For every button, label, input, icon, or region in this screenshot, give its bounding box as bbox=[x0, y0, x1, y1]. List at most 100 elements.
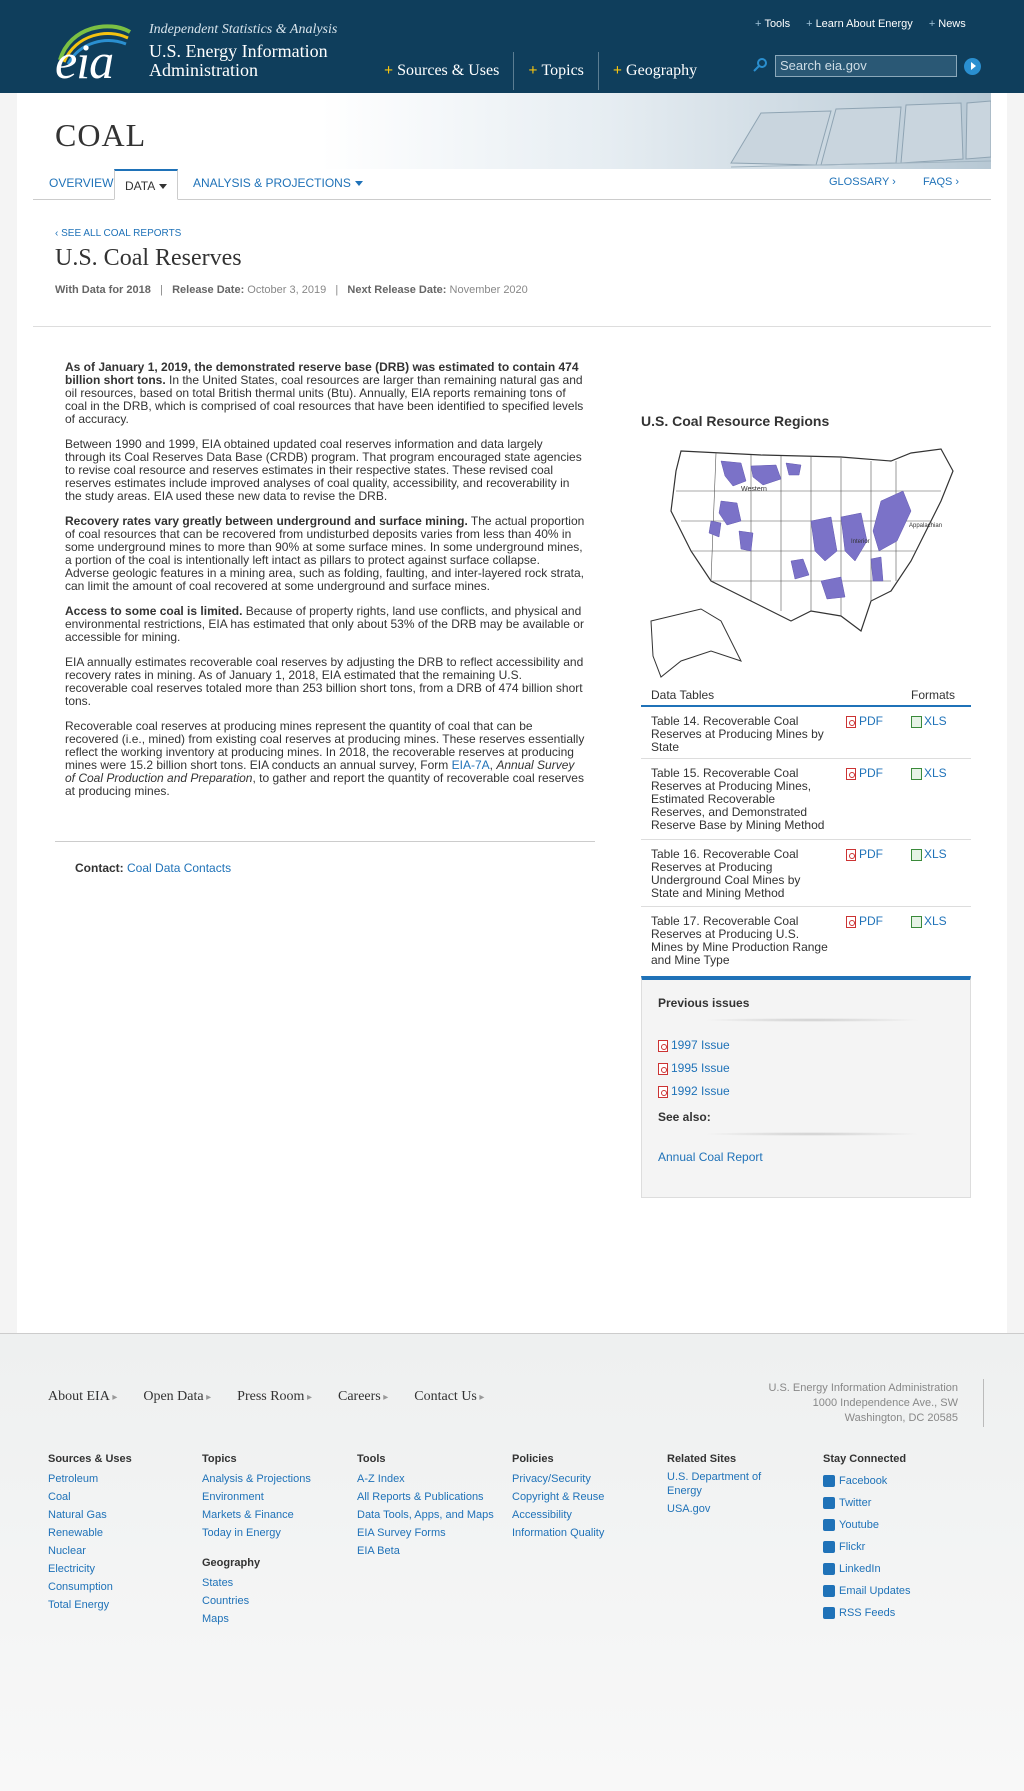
twitter-link[interactable]: Twitter bbox=[823, 1492, 911, 1514]
logo-text: eia bbox=[55, 33, 114, 89]
xls-link[interactable]: XLS bbox=[911, 715, 947, 728]
annual-coal-report-link[interactable]: Annual Coal Report bbox=[658, 1150, 763, 1164]
footer-link[interactable]: Information Quality bbox=[512, 1524, 604, 1542]
glossary-link[interactable]: GLOSSARY › bbox=[829, 176, 896, 188]
footer-link-about[interactable]: About EIA bbox=[48, 1389, 117, 1405]
org-name[interactable]: U.S. Energy Information Administration bbox=[149, 42, 369, 80]
footer-link[interactable]: EIA Survey Forms bbox=[357, 1524, 494, 1542]
data-tables-header: Data Tables Formats bbox=[641, 685, 971, 707]
nav-topics[interactable]: + Topics bbox=[514, 52, 599, 90]
page-body: COAL OVERVIEW DATA ANALYSIS & PROJECTION… bbox=[17, 93, 1007, 1333]
footer-link[interactable]: Natural Gas bbox=[48, 1506, 132, 1524]
footer-link[interactable]: EIA Beta bbox=[357, 1542, 494, 1560]
coal-banner: COAL bbox=[33, 93, 991, 169]
footer-link[interactable]: Renewable bbox=[48, 1524, 132, 1542]
footer-nav: About EIA Open Data Press Room Careers C… bbox=[48, 1389, 484, 1405]
rss-icon bbox=[823, 1607, 835, 1620]
divider bbox=[702, 1132, 922, 1136]
footer-address: U.S. Energy Information Administration 1… bbox=[768, 1382, 958, 1424]
pdf-link[interactable]: PDF bbox=[846, 848, 883, 861]
email-updates-link[interactable]: Email Updates bbox=[823, 1580, 911, 1602]
tab-analysis-projections[interactable]: ANALYSIS & PROJECTIONS bbox=[193, 176, 363, 190]
eia-7a-link[interactable]: EIA-7A bbox=[452, 758, 490, 772]
footer-link[interactable]: Coal bbox=[48, 1488, 132, 1506]
main-content: As of January 1, 2019, the demonstrated … bbox=[65, 361, 585, 810]
footer-link[interactable]: Today in Energy bbox=[202, 1524, 311, 1542]
footer-link[interactable]: Markets & Finance bbox=[202, 1506, 311, 1524]
table-row: Table 15. Recoverable Coal Reserves at P… bbox=[641, 759, 971, 840]
sub-nav: OVERVIEW DATA ANALYSIS & PROJECTIONS GLO… bbox=[33, 169, 991, 200]
nav-learn[interactable]: + Learn About Energy bbox=[806, 18, 913, 30]
map-label-appalachian: Appalachian bbox=[909, 523, 942, 529]
paragraph: Access to some coal is limited. Because … bbox=[65, 604, 584, 644]
xls-link[interactable]: XLS bbox=[911, 848, 947, 861]
contact: Contact: Coal Data Contacts bbox=[75, 861, 232, 875]
footer-link[interactable]: States bbox=[202, 1574, 311, 1592]
main-nav: + Sources & Uses + Topics + Geography bbox=[370, 52, 711, 90]
issue-link-1997[interactable]: 1997 Issue bbox=[658, 1038, 730, 1052]
nav-news[interactable]: + News bbox=[929, 18, 966, 30]
xls-link[interactable]: XLS bbox=[911, 767, 947, 780]
pdf-icon bbox=[846, 848, 856, 861]
table-row: Table 16. Recoverable Coal Reserves at P… bbox=[641, 840, 971, 907]
footer-link[interactable]: A-Z Index bbox=[357, 1470, 494, 1488]
coal-data-contacts-link[interactable]: Coal Data Contacts bbox=[127, 861, 231, 875]
flickr-link[interactable]: Flickr bbox=[823, 1536, 911, 1558]
coal-regions-map[interactable]: Western Interior Appalachian bbox=[641, 441, 961, 681]
pdf-link[interactable]: PDF bbox=[846, 715, 883, 728]
footer-link[interactable]: Privacy/Security bbox=[512, 1470, 604, 1488]
footer-link[interactable]: Maps bbox=[202, 1610, 311, 1628]
paragraph: Between 1990 and 1999, EIA obtained upda… bbox=[65, 437, 582, 503]
tab-data[interactable]: DATA bbox=[114, 169, 179, 200]
map-title: U.S. Coal Resource Regions bbox=[641, 413, 830, 429]
issue-link-1995[interactable]: 1995 Issue bbox=[658, 1061, 730, 1075]
footer-link[interactable]: Nuclear bbox=[48, 1542, 132, 1560]
previous-issues-title: Previous issues bbox=[658, 996, 750, 1010]
pdf-link[interactable]: PDF bbox=[846, 915, 883, 928]
footer-link[interactable]: Data Tools, Apps, and Maps bbox=[357, 1506, 494, 1524]
footer-link[interactable]: Analysis & Projections bbox=[202, 1470, 311, 1488]
youtube-link[interactable]: Youtube bbox=[823, 1514, 911, 1536]
facebook-icon bbox=[823, 1475, 835, 1488]
nav-geography[interactable]: + Geography bbox=[599, 52, 711, 90]
linkedin-link[interactable]: LinkedIn bbox=[823, 1558, 911, 1580]
table-row: Table 17. Recoverable Coal Reserves at P… bbox=[651, 914, 947, 967]
youtube-icon bbox=[823, 1519, 835, 1532]
faqs-link[interactable]: FAQS › bbox=[923, 176, 959, 188]
tagline: Independent Statistics & Analysis bbox=[149, 22, 338, 37]
footer-link[interactable]: Countries bbox=[202, 1592, 311, 1610]
footer-link-press-room[interactable]: Press Room bbox=[237, 1389, 312, 1405]
search-submit-button[interactable] bbox=[964, 58, 981, 75]
footer-link[interactable]: USA.gov bbox=[667, 1502, 777, 1516]
back-to-reports-link[interactable]: ‹ SEE ALL COAL REPORTS bbox=[55, 228, 181, 239]
linkedin-icon bbox=[823, 1563, 835, 1576]
footer-link[interactable]: Total Energy bbox=[48, 1596, 132, 1614]
see-also-title: See also: bbox=[658, 1110, 711, 1124]
divider bbox=[702, 1018, 922, 1022]
xls-link[interactable]: XLS bbox=[911, 915, 947, 928]
facebook-link[interactable]: Facebook bbox=[823, 1470, 911, 1492]
nav-tools[interactable]: + Tools bbox=[755, 18, 790, 30]
issue-link-1992[interactable]: 1992 Issue bbox=[658, 1084, 730, 1098]
rss-link[interactable]: RSS Feeds bbox=[823, 1602, 911, 1624]
footer-link[interactable]: Electricity bbox=[48, 1560, 132, 1578]
email-icon bbox=[823, 1585, 835, 1598]
footer-link[interactable]: Copyright & Reuse bbox=[512, 1488, 604, 1506]
search-input[interactable]: Search eia.gov bbox=[775, 55, 957, 77]
footer-link[interactable]: Environment bbox=[202, 1488, 311, 1506]
divider bbox=[55, 841, 595, 842]
tab-overview[interactable]: OVERVIEW bbox=[49, 176, 113, 190]
pdf-icon bbox=[658, 1085, 668, 1098]
footer-link-contact[interactable]: Contact Us bbox=[414, 1389, 484, 1405]
footer-link[interactable]: U.S. Department of Energy bbox=[667, 1470, 777, 1498]
footer-link[interactable]: All Reports & Publications bbox=[357, 1488, 494, 1506]
footer-link[interactable]: Consumption bbox=[48, 1578, 132, 1596]
footer-link[interactable]: Petroleum bbox=[48, 1470, 132, 1488]
footer-link-careers[interactable]: Careers bbox=[338, 1389, 388, 1405]
footer-link[interactable]: Accessibility bbox=[512, 1506, 604, 1524]
chevron-down-icon bbox=[354, 181, 363, 187]
nav-sources-uses[interactable]: + Sources & Uses bbox=[370, 52, 515, 90]
footer-link-open-data[interactable]: Open Data bbox=[143, 1389, 211, 1405]
divider bbox=[0, 1333, 1024, 1334]
pdf-link[interactable]: PDF bbox=[846, 767, 883, 780]
